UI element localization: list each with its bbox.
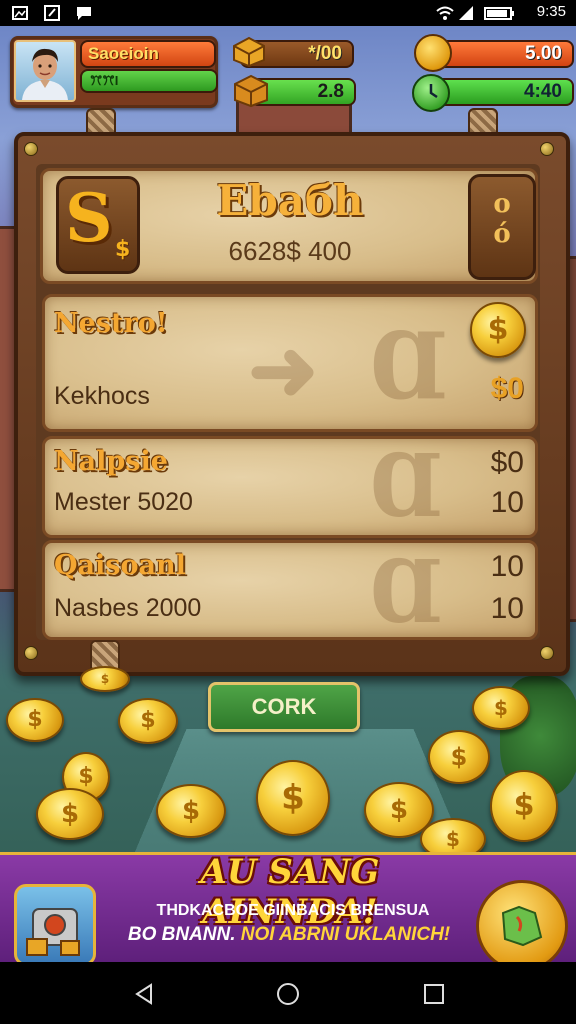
- battery-icon: [484, 5, 516, 21]
- status-bar: 9:35: [0, 0, 576, 26]
- coin-icon[interactable]: $: [6, 698, 64, 742]
- row-subtitle: Nasbes 2000: [54, 594, 202, 622]
- player-avatar[interactable]: [14, 40, 76, 102]
- status-time: 9:35: [536, 3, 566, 20]
- home-button[interactable]: [276, 982, 300, 1006]
- machine-icon[interactable]: [14, 884, 96, 966]
- coin-icon[interactable]: $: [472, 686, 530, 730]
- row-value-top: $0: [490, 446, 524, 479]
- row-title: Nestro!: [54, 308, 168, 339]
- promo-headline: AU SANG AINNDA!: [200, 852, 380, 932]
- coin-icon[interactable]: $: [36, 788, 104, 840]
- navigation-bar: [0, 962, 576, 1024]
- row-value-top: 10: [490, 550, 524, 583]
- back-icon: [135, 983, 152, 1005]
- coin-icon[interactable]: $: [118, 698, 178, 744]
- row-value-bottom: $0: [490, 372, 524, 405]
- currency-dollar-icon: $: [115, 237, 131, 262]
- message-icon: [76, 5, 92, 21]
- promo-line-2-b: NOI ABRNI UKLANICH!: [240, 924, 451, 945]
- row-subtitle: Kekhocs: [54, 382, 150, 410]
- promo-line-2: BO BNANN. NOI ABRNI UKLANICH!: [104, 924, 474, 946]
- board-title: Ebaбh: [216, 176, 364, 225]
- board-side-button[interactable]: o ó: [468, 174, 536, 280]
- promo-line-2-a: BO BNANN.: [127, 924, 236, 945]
- row-value-bottom: 10: [490, 592, 524, 625]
- row-subtitle: Mester 5020: [54, 488, 193, 516]
- recents-button[interactable]: [422, 982, 446, 1006]
- side-bottom-icon: ó: [493, 219, 511, 249]
- gold-chest-icon[interactable]: [230, 34, 268, 68]
- board-subtitle: 6628$ 400: [228, 236, 352, 266]
- map-coin-icon[interactable]: [476, 880, 568, 972]
- nail: [24, 142, 38, 156]
- coin-icon[interactable]: $: [428, 730, 490, 784]
- clock-icon[interactable]: [412, 74, 450, 112]
- arrow-watermark-icon: ➜: [248, 320, 319, 419]
- currency-s-icon: S: [65, 179, 113, 257]
- home-icon: [277, 983, 299, 1005]
- player-name-bar: Saoeioin: [80, 40, 216, 68]
- row-value-bottom: 10: [490, 486, 524, 519]
- cork-button[interactable]: CORK: [208, 682, 360, 732]
- side-top-icon: o: [493, 189, 511, 219]
- coin-icon[interactable]: $: [156, 784, 226, 838]
- coin-icon: $: [470, 302, 526, 358]
- crate-icon[interactable]: [232, 72, 270, 108]
- coin-icon[interactable]: $: [256, 760, 330, 836]
- signal-icon: [458, 5, 474, 21]
- promo-line-1: THDKACBOE GIINBACIS BRENSUA: [156, 902, 430, 919]
- nail: [24, 646, 38, 660]
- energy-coin-icon[interactable]: [414, 34, 452, 72]
- player-level-bar: ꔫꔫI: [80, 69, 218, 93]
- gallery-icon: [12, 5, 28, 21]
- edit-icon: [44, 5, 60, 21]
- currency-badge[interactable]: S $: [56, 176, 140, 274]
- nail: [540, 142, 554, 156]
- coin-icon[interactable]: $: [490, 770, 558, 842]
- nail: [540, 646, 554, 660]
- recents-icon: [424, 984, 444, 1004]
- back-button[interactable]: [132, 982, 156, 1006]
- avatar-portrait-icon: [22, 48, 68, 100]
- row-title: Nalpsie: [54, 446, 168, 477]
- wifi-icon: [436, 5, 454, 21]
- row-title: Qaisoanl: [54, 550, 186, 581]
- coin-icon[interactable]: $: [80, 666, 130, 692]
